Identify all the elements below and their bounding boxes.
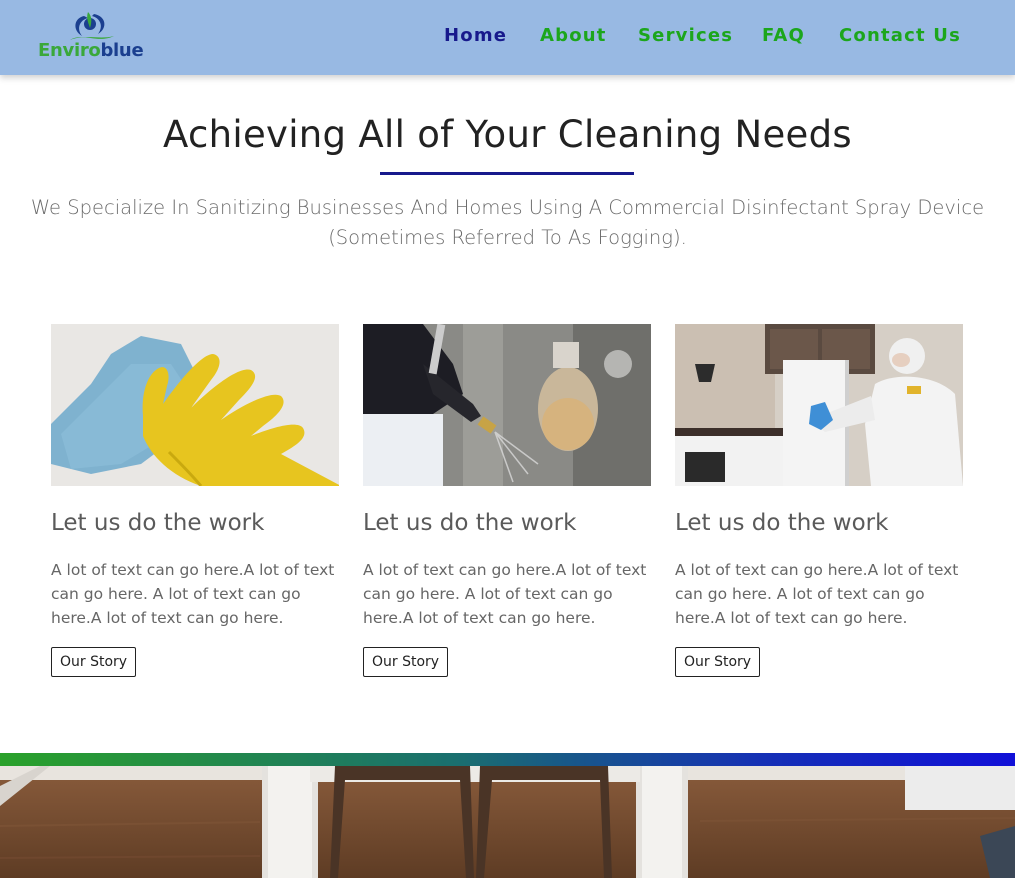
our-story-button[interactable]: Our Story <box>51 647 137 677</box>
card-text: A lot of text can go here.A lot of text … <box>51 561 335 627</box>
service-card: Let us do the work A lot of text can go … <box>363 324 651 677</box>
card-title: Let us do the work <box>675 510 889 536</box>
nav-about-link[interactable]: About <box>540 25 607 46</box>
disinfectant-spray-photo <box>363 324 651 486</box>
nav-home-link[interactable]: Home <box>444 25 507 46</box>
service-card: Let us do the work A lot of text can go … <box>51 324 339 677</box>
logo-wordmark: Enviroblue <box>38 40 144 61</box>
card-text: A lot of text can go here.A lot of text … <box>675 561 959 627</box>
nav-faq-link[interactable]: FAQ <box>762 25 805 46</box>
site-header: Enviroblue Home About Services FAQ Conta… <box>0 0 1015 75</box>
logo-emblem-icon <box>70 12 114 40</box>
hazmat-kitchen-cleaning-photo <box>675 324 963 486</box>
card-title: Let us do the work <box>363 510 577 536</box>
hero-subtitle: We Specialize In Sanitizing Businesses A… <box>30 196 985 249</box>
title-divider <box>380 172 634 175</box>
service-card: Let us do the work A lot of text can go … <box>675 324 963 677</box>
card-text: A lot of text can go here.A lot of text … <box>363 561 647 627</box>
page-title: Achieving All of Your Cleaning Needs <box>163 113 852 156</box>
nav-contact-us-link[interactable]: Contact Us <box>839 25 961 46</box>
yellow-glove-cleaning-photo <box>51 324 339 486</box>
nav-services-link[interactable]: Services <box>638 25 733 46</box>
card-title: Let us do the work <box>51 510 265 536</box>
gradient-divider <box>0 753 1015 766</box>
interior-floor-photo <box>0 766 1015 878</box>
our-story-button[interactable]: Our Story <box>675 647 761 677</box>
our-story-button[interactable]: Our Story <box>363 647 449 677</box>
enviroblue-logo[interactable]: Enviroblue <box>36 10 156 66</box>
